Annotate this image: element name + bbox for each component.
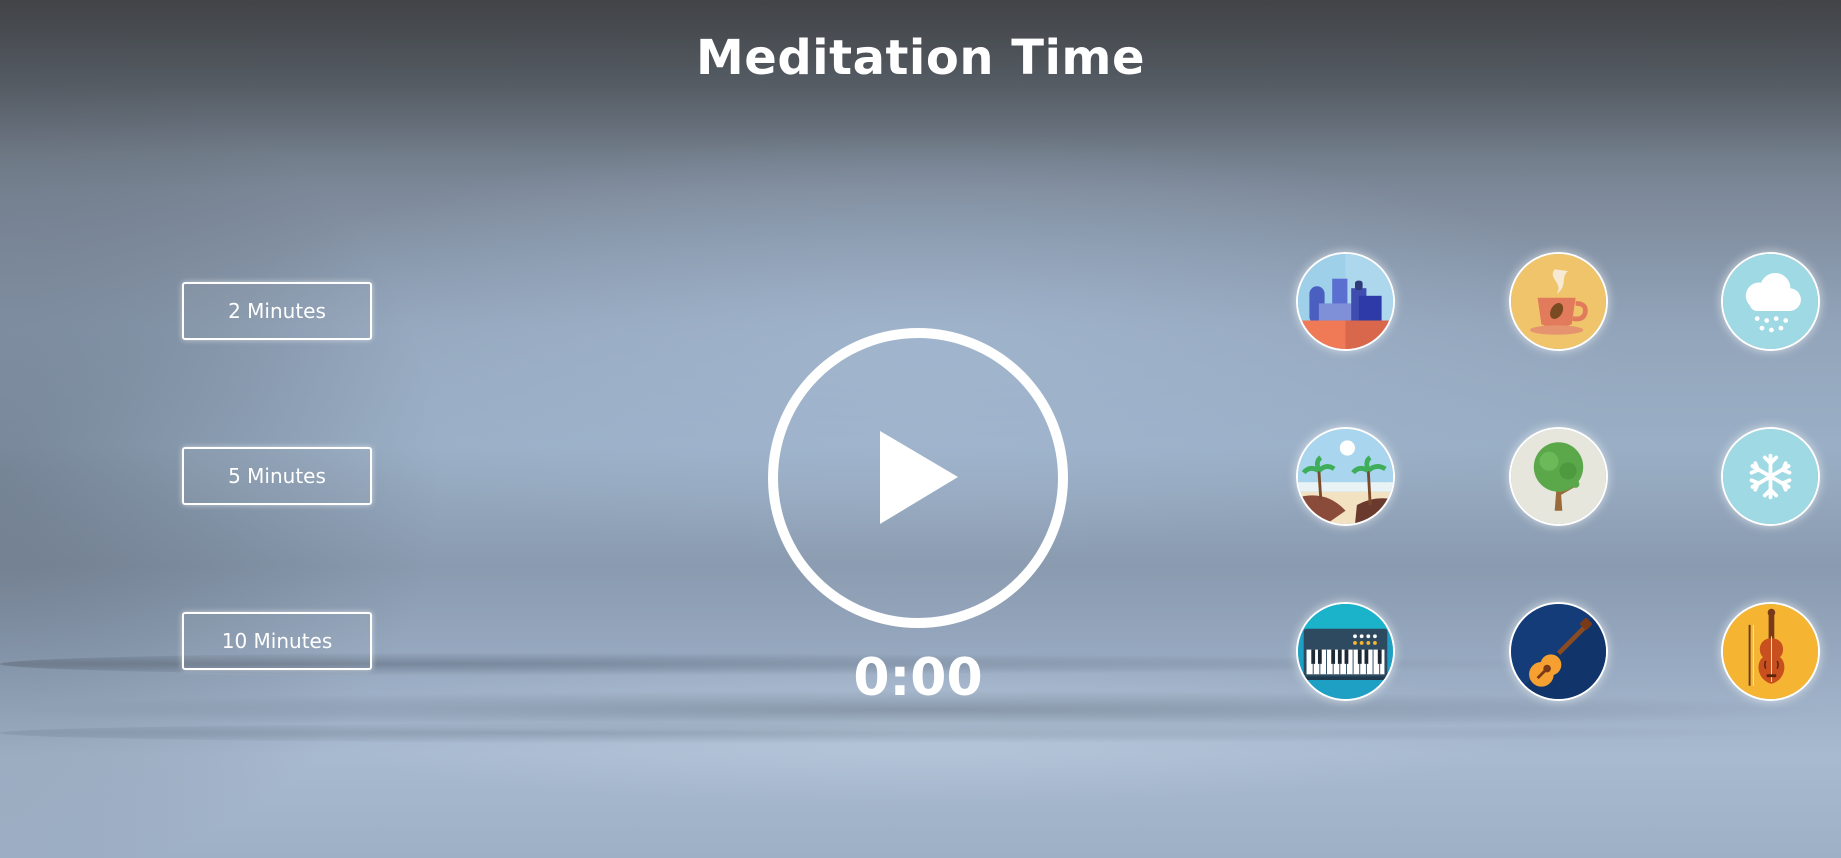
sound-forest-button[interactable] [1509, 427, 1608, 526]
violin-icon [1723, 604, 1818, 699]
sound-guitar-button[interactable] [1509, 602, 1608, 701]
piano-icon [1298, 604, 1393, 699]
duration-10-minutes-button[interactable]: 10 Minutes [182, 612, 372, 670]
water-ripple [0, 722, 1841, 744]
beach-icon [1298, 429, 1393, 524]
snowflake-icon [1723, 429, 1818, 524]
city-icon [1298, 254, 1393, 349]
play-button[interactable] [767, 327, 1069, 629]
sound-piano-button[interactable] [1296, 602, 1395, 701]
sound-beach-button[interactable] [1296, 427, 1395, 526]
sound-violin-button[interactable] [1721, 602, 1820, 701]
play-icon [768, 328, 1068, 628]
sound-coffee-button[interactable] [1509, 252, 1608, 351]
page-title: Meditation Time [696, 30, 1145, 86]
timer-display: 0:00 [853, 648, 983, 708]
coffee-cup-icon [1511, 254, 1606, 349]
guitar-icon [1511, 604, 1606, 699]
duration-2-minutes-button[interactable]: 2 Minutes [182, 282, 372, 340]
sound-snow-button[interactable] [1721, 427, 1820, 526]
duration-5-minutes-button[interactable]: 5 Minutes [182, 447, 372, 505]
sound-city-button[interactable] [1296, 252, 1395, 351]
sound-rain-button[interactable] [1721, 252, 1820, 351]
tree-icon [1511, 429, 1606, 524]
rain-cloud-icon [1723, 254, 1818, 349]
